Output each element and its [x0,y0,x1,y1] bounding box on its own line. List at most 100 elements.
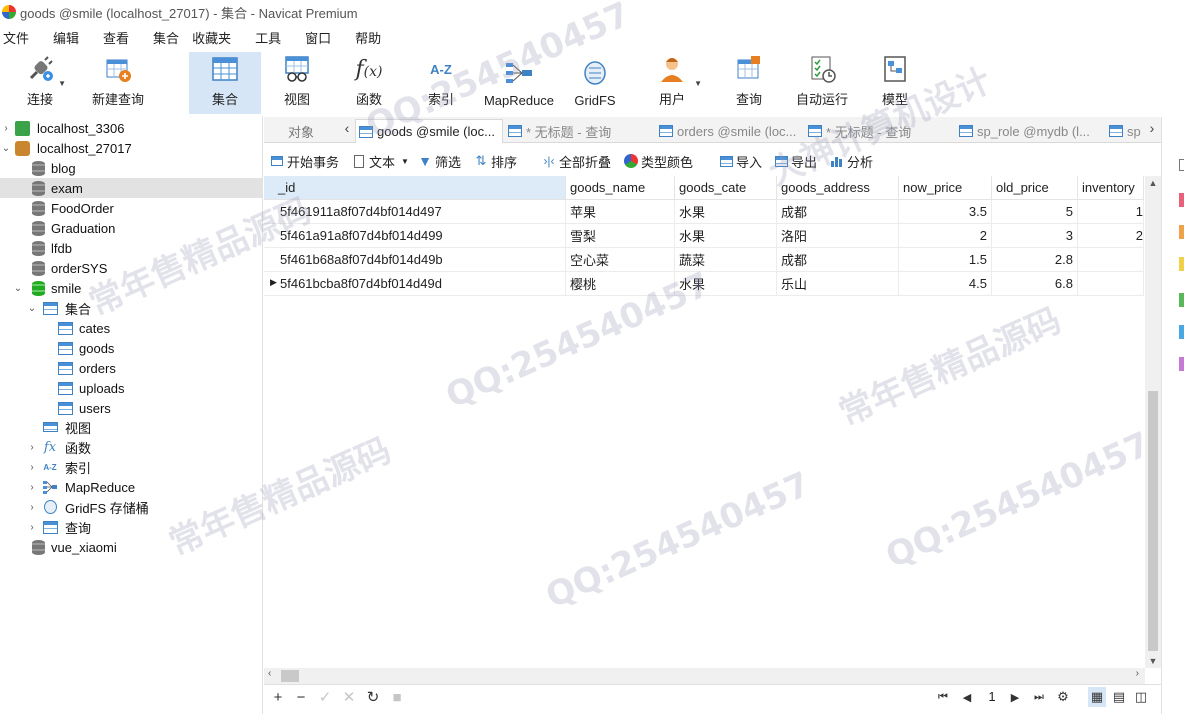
tab-orders-collection[interactable]: orders @smile (loc... [656,119,802,143]
collection-button[interactable]: 集合 [189,52,261,114]
chevron-right-icon[interactable]: › [26,442,38,453]
grid-view-icon[interactable]: ▦ [1088,687,1106,707]
chevron-left-icon[interactable]: ‹ [340,120,354,140]
refresh-icon[interactable]: ↻ [364,687,382,707]
stop-icon[interactable]: ■ [388,687,406,707]
table-cell[interactable]: 蔬菜 [675,248,777,272]
tree-item-ordersys[interactable]: orderSYS [0,258,262,278]
column-header-id[interactable]: _id [264,176,566,200]
tree-item-cates[interactable]: cates [0,318,262,338]
tab-untitled-query-1[interactable]: * 无标题 - 查询 [505,119,651,143]
menu-view[interactable]: 查看 [100,28,133,47]
last-page-icon[interactable]: ⏭ [1030,687,1048,707]
menu-edit[interactable]: 编辑 [50,28,83,47]
table-cell[interactable]: 水果 [675,200,777,224]
menu-window[interactable]: 窗口 [302,28,335,47]
type-color-button[interactable]: 类型颜色 [624,151,693,171]
table-cell[interactable]: 5 [992,200,1078,224]
scroll-down-arrow-icon[interactable]: ▼ [1145,656,1161,666]
analyze-button[interactable]: 分析 [830,151,873,171]
tree-item-localhost-27017[interactable]: ⌄ localhost_27017 [0,138,262,158]
function-button[interactable]: f(x) 函数 [342,52,396,114]
column-header-old-price[interactable]: old_price [992,176,1078,200]
table-cell[interactable]: 5f461b68a8f07d4bf014d49b [264,248,566,272]
tab-sp[interactable]: sp [1106,119,1146,143]
table-cell[interactable]: 6.8 [992,272,1078,296]
table-cell[interactable]: 3 [992,224,1078,248]
column-header-goods-address[interactable]: goods_address [777,176,899,200]
new-query-button[interactable]: 新建查询 [88,52,148,114]
tree-item-indexes[interactable]: › A-Z 索引 [0,457,262,477]
tree-item-queries[interactable]: › 查询 [0,517,262,537]
table-cell[interactable]: 水果 [675,272,777,296]
json-view-icon[interactable]: ◫ [1132,687,1150,707]
tree-item-gridfs[interactable]: › GridFS 存储桶 [0,497,262,517]
scroll-left-arrow-icon[interactable]: ‹ [268,668,271,679]
chevron-right-icon[interactable]: › [26,522,38,533]
chevron-down-icon[interactable]: ⌄ [12,283,24,294]
chevron-down-icon[interactable]: ⌄ [0,143,12,154]
tree-item-lfdb[interactable]: lfdb [0,238,262,258]
menu-favorites[interactable]: 收藏夹 [189,28,235,47]
tree-item-uploads[interactable]: uploads [0,378,262,398]
scroll-right-arrow-icon[interactable]: › [1136,668,1139,679]
table-cell[interactable]: 成都 [777,248,899,272]
sort-button[interactable]: ⇅ 排序 [474,151,517,171]
chevron-right-icon[interactable]: › [1145,120,1159,140]
collapse-all-button[interactable]: ›|‹ 全部折叠 [542,151,611,171]
delete-record-icon[interactable]: − [292,687,310,707]
apply-check-icon[interactable]: ✓ [316,687,334,707]
page-number[interactable]: 1 [982,689,1002,704]
tree-item-functions[interactable]: › fx 函数 [0,437,262,457]
table-cell[interactable]: 洛阳 [777,224,899,248]
table-cell[interactable]: 5f461911a8f07d4bf014d497 [264,200,566,224]
user-button[interactable]: ▼ 用户 [648,52,702,114]
tree-item-foodorder[interactable]: FoodOrder [0,198,262,218]
chevron-down-icon[interactable]: ⌄ [26,303,38,314]
previous-page-icon[interactable]: ◀ [958,687,976,707]
table-cell[interactable]: 4.5 [899,272,992,296]
table-cell[interactable] [1078,248,1144,272]
connect-button[interactable]: ▼ 连接 [12,52,68,114]
first-page-icon[interactable]: ⏮ [934,687,952,707]
table-cell[interactable]: 2 [1078,224,1144,248]
discard-x-icon[interactable]: ✕ [340,687,358,707]
table-cell[interactable] [1078,272,1144,296]
tree-item-views[interactable]: 视图 [0,417,262,437]
form-view-icon[interactable]: ▤ [1110,687,1128,707]
import-button[interactable]: 导入 [719,151,762,171]
text-view-button[interactable]: 文本 ▼ [352,151,409,171]
tree-item-smile[interactable]: ⌄ smile [0,278,262,298]
panel-toggle-icon[interactable] [1179,159,1184,171]
vertical-scrollbar[interactable]: ▲ ▼ [1145,176,1161,668]
table-cell[interactable]: 雪梨 [566,224,675,248]
table-cell[interactable]: 2 [899,224,992,248]
view-button[interactable]: 视图 [270,52,324,114]
scrollbar-thumb[interactable] [1148,391,1158,651]
tree-item-orders[interactable]: orders [0,358,262,378]
auto-run-button[interactable]: 自动运行 [790,52,854,114]
table-cell[interactable]: 5f461bcba8f07d4bf014d49d [264,272,566,296]
menu-tools[interactable]: 工具 [252,28,285,47]
tree-item-goods[interactable]: goods [0,338,262,358]
index-button[interactable]: A-Z 索引 [414,52,468,114]
table-cell[interactable]: 1.5 [899,248,992,272]
table-cell[interactable]: 樱桃 [566,272,675,296]
horizontal-scrollbar[interactable]: ‹ › [264,668,1145,684]
table-cell[interactable]: 苹果 [566,200,675,224]
mapreduce-button[interactable]: MapReduce [480,52,558,114]
chevron-right-icon[interactable]: › [26,462,38,473]
chevron-down-icon[interactable]: ▼ [694,79,702,88]
query-button[interactable]: 查询 [722,52,776,114]
tree-item-collections[interactable]: ⌄ 集合 [0,298,262,318]
tree-item-blog[interactable]: blog [0,158,262,178]
column-header-now-price[interactable]: now_price [899,176,992,200]
chevron-down-icon[interactable]: ▼ [58,79,66,88]
table-cell[interactable]: 1 [1078,200,1144,224]
tab-goods-collection[interactable]: goods @smile (loc... [355,119,503,143]
export-button[interactable]: 导出 [774,151,817,171]
settings-gear-icon[interactable]: ⚙ [1054,687,1072,707]
tree-item-localhost-3306[interactable]: › localhost_3306 [0,118,262,138]
menu-file[interactable]: 文件 [0,28,33,47]
column-header-inventory[interactable]: inventory [1078,176,1144,200]
